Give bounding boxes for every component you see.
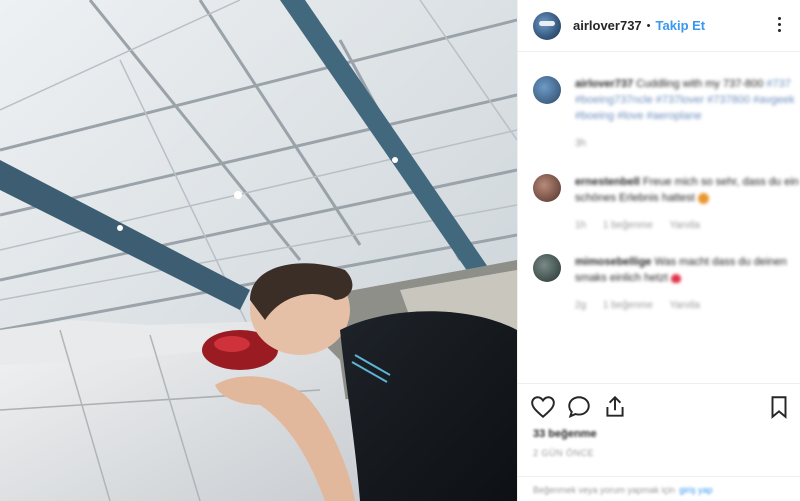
separator-dot: • bbox=[646, 19, 651, 32]
avatar[interactable] bbox=[533, 76, 561, 104]
comment-text: airlover737 Cuddling with my 737-800 #73… bbox=[575, 76, 800, 124]
bookmark-icon[interactable] bbox=[766, 394, 792, 420]
comment-meta: 2g 1 beğenme Yanıtla bbox=[575, 300, 800, 311]
post-photo bbox=[0, 0, 517, 501]
comment-meta: 1h 1 beğenme Yanıtla bbox=[575, 220, 800, 231]
login-prompt: Beğenmek veya yorum yapmak için giriş ya… bbox=[518, 476, 800, 501]
post-time: 2 GÜN ÖNCE bbox=[533, 448, 595, 458]
reply-button[interactable]: Yanıtla bbox=[670, 300, 700, 311]
comment-likes[interactable]: 1 beğenme bbox=[603, 220, 653, 231]
emoji-icon bbox=[697, 192, 709, 204]
comment-icon[interactable] bbox=[566, 394, 592, 420]
comment-username[interactable]: ernestenbell bbox=[575, 176, 640, 188]
post-actions: 33 beğenme 2 GÜN ÖNCE Beğenmek veya yoru… bbox=[518, 383, 800, 501]
comment-message: Cuddling with my 737-800 bbox=[636, 78, 764, 90]
like-count[interactable]: 33 beğenme bbox=[533, 428, 597, 440]
comment-username[interactable]: airlover737 bbox=[575, 78, 633, 90]
comment-likes[interactable]: 1 beğenme bbox=[603, 300, 653, 311]
avatar[interactable] bbox=[533, 174, 561, 202]
comment-body: mimosebellige Was macht dass du deinen s… bbox=[575, 254, 800, 311]
comment-text: mimosebellige Was macht dass du deinen s… bbox=[575, 254, 800, 286]
more-options-icon[interactable] bbox=[769, 14, 789, 34]
comment-body: ernestenbell Freue mich so sehr, dass du… bbox=[575, 174, 800, 231]
post-sidebar: airlover737 • Takip Et airlover737 Cuddl… bbox=[517, 0, 800, 501]
username-link[interactable]: airlover737 bbox=[573, 18, 642, 33]
comment-username[interactable]: mimosebellige bbox=[575, 256, 651, 268]
share-icon[interactable] bbox=[602, 394, 628, 420]
heart-emoji-icon bbox=[671, 273, 681, 283]
action-bar bbox=[530, 394, 790, 422]
follow-button[interactable]: Takip Et bbox=[656, 18, 706, 33]
login-link[interactable]: giriş yap bbox=[679, 485, 713, 495]
heart-icon[interactable] bbox=[530, 394, 556, 420]
avatar[interactable] bbox=[533, 11, 561, 40]
post-header: airlover737 • Takip Et bbox=[518, 0, 800, 52]
reply-button[interactable]: Yanıtla bbox=[670, 220, 700, 231]
comment-time: 2g bbox=[575, 300, 587, 311]
login-prompt-text: Beğenmek veya yorum yapmak için bbox=[533, 484, 676, 495]
comment-body: airlover737 Cuddling with my 737-800 #73… bbox=[575, 76, 800, 149]
comment-list: airlover737 Cuddling with my 737-800 #73… bbox=[518, 64, 800, 384]
comment-meta: 3h bbox=[575, 138, 800, 149]
avatar[interactable] bbox=[533, 254, 561, 282]
comment-time: 3h bbox=[575, 138, 587, 149]
comment-time: 1h bbox=[575, 220, 587, 231]
comment-text: ernestenbell Freue mich so sehr, dass du… bbox=[575, 174, 800, 206]
